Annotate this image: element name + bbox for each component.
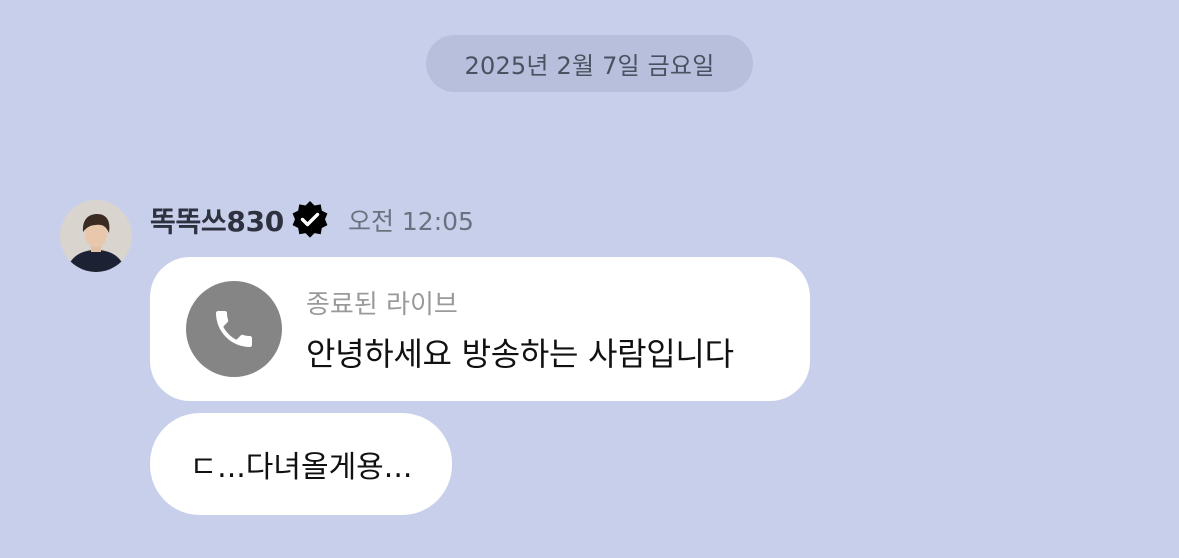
date-separator: 2025년 2월 7일 금요일 — [426, 35, 753, 92]
phone-icon — [186, 281, 282, 377]
avatar-image — [60, 200, 132, 272]
sender-name[interactable]: 똑똑쓰830 — [150, 200, 284, 240]
call-message-bubble[interactable]: 종료된 라이브 안녕하세요 방송하는 사람입니다 — [150, 257, 810, 401]
call-status-label: 종료된 라이브 — [306, 290, 458, 320]
call-title: 안녕하세요 방송하는 사람입니다 — [306, 335, 734, 373]
message-text: ㄷ...다녀올게용... — [189, 450, 413, 485]
sender-header: 똑똑쓰830 오전 12:05 — [150, 200, 474, 240]
verified-badge-icon — [290, 200, 330, 240]
avatar[interactable] — [60, 200, 132, 272]
message-time: 오전 12:05 — [347, 207, 474, 236]
text-message-bubble[interactable]: ㄷ...다녀올게용... — [150, 413, 452, 515]
